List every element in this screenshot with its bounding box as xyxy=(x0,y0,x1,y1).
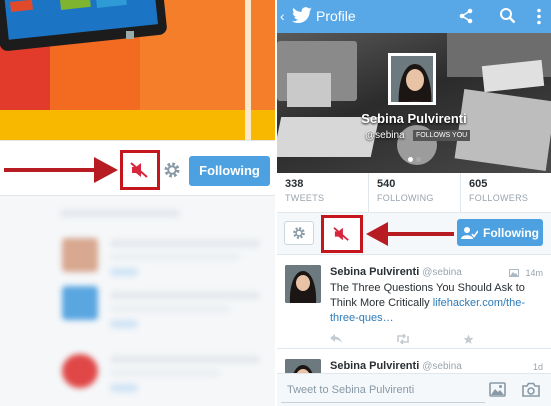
mute-button[interactable] xyxy=(120,150,160,190)
blurred-avatar xyxy=(62,238,98,272)
tweet-author-name: Sebina Pulvirenti xyxy=(330,360,420,372)
profile-stats: 338 TWEETS 540 FOLLOWING 605 FOLLOWERS xyxy=(277,173,551,213)
twitter-bird-icon[interactable] xyxy=(291,7,313,25)
overflow-menu-icon[interactable] xyxy=(536,8,542,25)
camera-icon[interactable] xyxy=(522,382,540,397)
reply-icon[interactable] xyxy=(330,334,342,344)
tweet-text: The Three Questions You Should Ask to Th… xyxy=(330,281,544,326)
stat-following[interactable]: 540 FOLLOWING xyxy=(368,173,460,213)
photo-icon[interactable] xyxy=(489,382,506,397)
stat-label: TWEETS xyxy=(285,193,325,203)
profile-header: Sebina Pulvirenti @sebina FOLLOWS YOU xyxy=(277,33,551,173)
blurred-line xyxy=(110,254,240,260)
blurred-line xyxy=(110,320,138,328)
favorite-icon[interactable] xyxy=(463,334,474,345)
blurred-timeline xyxy=(0,196,275,406)
following-button[interactable]: Following xyxy=(457,219,543,246)
profile-handle: @sebina xyxy=(365,130,405,141)
tweet-author[interactable]: Sebina Pulvirenti @sebina xyxy=(330,266,462,278)
profile-avatar[interactable] xyxy=(388,53,436,105)
retweet-icon[interactable] xyxy=(396,334,410,344)
image-card-icon xyxy=(509,269,519,277)
tweet-item[interactable]: Sebina Pulvirenti @sebina 14m The Three Q… xyxy=(277,255,551,349)
settings-button[interactable] xyxy=(284,221,314,245)
blurred-line xyxy=(110,240,260,247)
highlight-arrow-icon xyxy=(366,222,454,246)
profile-actions: Following xyxy=(277,213,551,255)
add-user-icon xyxy=(461,227,478,239)
web-profile-panel: Following xyxy=(0,0,275,406)
profile-name: Sebina Pulvirenti xyxy=(361,111,467,126)
gear-icon xyxy=(293,227,305,239)
mute-button[interactable] xyxy=(321,215,363,253)
stat-tweets[interactable]: 338 TWEETS xyxy=(277,173,368,213)
screenshot-stage: Following ‹ Profile Sebina Pulvirenti @s… xyxy=(0,0,551,406)
gear-icon[interactable] xyxy=(163,161,181,179)
tweet-avatar[interactable] xyxy=(285,265,321,303)
tweet-composer xyxy=(277,373,551,406)
stat-label: FOLLOWING xyxy=(377,193,434,203)
profile-photo xyxy=(391,56,433,102)
blurred-avatar xyxy=(62,354,98,388)
blurred-line xyxy=(110,268,138,276)
page-title: Profile xyxy=(316,8,356,24)
tweet-author-handle: @sebina xyxy=(422,361,462,372)
mute-icon xyxy=(130,162,148,178)
tweet-author[interactable]: Sebina Pulvirenti @sebina xyxy=(330,360,462,372)
stat-followers[interactable]: 605 FOLLOWERS xyxy=(460,173,551,213)
blurred-line xyxy=(110,292,260,299)
blurred-avatar xyxy=(62,286,98,320)
tweet-actions xyxy=(330,332,544,346)
page-indicator-dot-active xyxy=(408,157,413,162)
blurred-line xyxy=(110,384,138,392)
stat-label: FOLLOWERS xyxy=(469,193,529,203)
tweet-timestamp: 14m xyxy=(525,268,543,278)
follows-you-badge: FOLLOWS YOU xyxy=(413,130,471,141)
blurred-line xyxy=(60,210,180,217)
tweet-author-name: Sebina Pulvirenti xyxy=(330,266,420,278)
page-indicator-dot xyxy=(416,157,421,162)
android-profile-panel: ‹ Profile Sebina Pulvirenti @sebina FOLL… xyxy=(277,0,551,406)
compose-input[interactable] xyxy=(281,378,485,403)
following-label: Following xyxy=(483,225,539,240)
search-icon[interactable] xyxy=(499,7,516,24)
back-icon[interactable]: ‹ xyxy=(280,8,290,24)
blurred-line xyxy=(110,356,260,363)
blurred-line xyxy=(110,370,220,376)
share-icon[interactable] xyxy=(458,8,474,24)
header-bg-object xyxy=(287,73,331,107)
tweet-timestamp: 1d xyxy=(532,362,543,372)
mute-icon xyxy=(333,227,349,241)
following-button[interactable]: Following xyxy=(189,156,270,186)
stat-value: 338 xyxy=(285,178,304,190)
action-bar: ‹ Profile xyxy=(277,0,551,33)
stat-value: 605 xyxy=(469,178,488,190)
stat-value: 540 xyxy=(377,178,396,190)
tweet-author-handle: @sebina xyxy=(422,267,462,278)
avatar-photo xyxy=(285,265,321,303)
blurred-line xyxy=(110,306,230,312)
